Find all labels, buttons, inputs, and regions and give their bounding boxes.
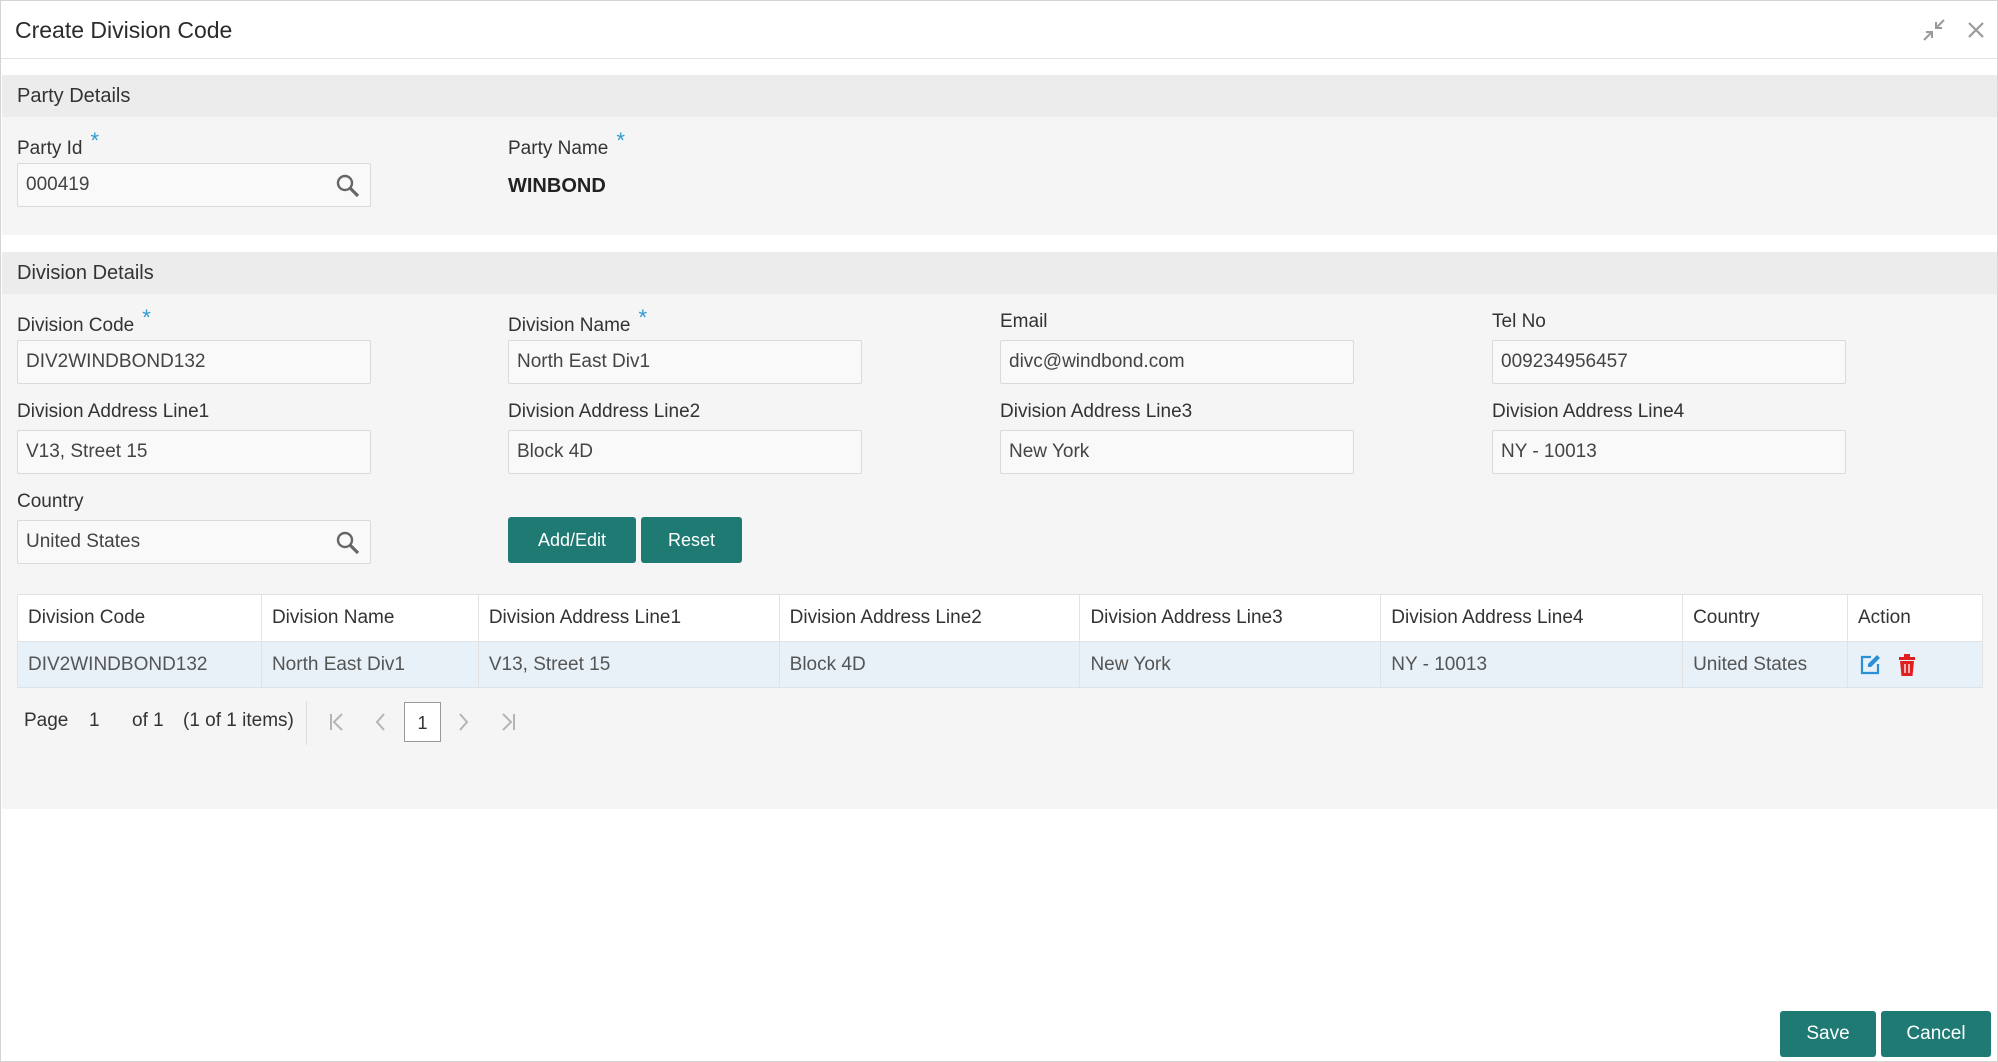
division-code-input[interactable] [18, 341, 370, 383]
add-edit-button[interactable]: Add/Edit [508, 517, 636, 563]
collapse-arrows-icon[interactable] [1921, 17, 1947, 43]
division-name-field[interactable] [508, 340, 862, 384]
next-page-icon[interactable] [453, 711, 473, 733]
pager-page-number[interactable]: 1 [89, 710, 100, 732]
dialog-window: Create Division Code Party Details Party… [0, 0, 1998, 1062]
column-header[interactable]: Division Address Line3 [1079, 594, 1382, 642]
search-icon[interactable] [334, 529, 362, 557]
division-details-title: Division Details [17, 262, 154, 284]
tel-no-input[interactable] [1493, 341, 1845, 383]
party-id-input[interactable] [18, 164, 318, 206]
table-cell: Block 4D [779, 641, 1081, 688]
address-line1-input[interactable] [18, 431, 370, 473]
table-cell: United States [1682, 641, 1848, 688]
column-header[interactable]: Division Address Line1 [477, 594, 780, 642]
table-cell: New York [1079, 641, 1382, 688]
email-field[interactable] [1000, 340, 1354, 384]
country-field[interactable] [17, 520, 371, 564]
email-label: Email [1000, 311, 1048, 332]
division-name-label: Division Name * [508, 305, 648, 336]
division-code-field[interactable] [17, 340, 371, 384]
address-line3-field[interactable] [1000, 430, 1354, 474]
table-row[interactable]: DIV2WINDBOND132 North East Div1 V13, Str… [17, 641, 1983, 688]
table-cell: North East Div1 [261, 641, 479, 688]
save-button[interactable]: Save [1780, 1011, 1876, 1057]
party-name-value: WINBOND [508, 175, 606, 197]
party-id-field[interactable] [17, 163, 371, 207]
table-cell: V13, Street 15 [478, 641, 780, 688]
pager-page-label: Page [24, 710, 69, 731]
last-page-icon[interactable] [498, 711, 518, 733]
column-header[interactable]: Country [1682, 594, 1848, 642]
address-line1-label: Division Address Line1 [17, 401, 210, 422]
party-id-label: Party Id * [17, 128, 100, 159]
previous-page-icon[interactable] [371, 711, 391, 733]
address-line4-label: Division Address Line4 [1492, 401, 1685, 422]
column-header[interactable]: Division Address Line4 [1380, 594, 1684, 642]
tel-no-field[interactable] [1492, 340, 1846, 384]
column-header: Action [1847, 594, 1983, 642]
division-table: Division Code Division Name Division Add… [17, 594, 1983, 688]
first-page-icon[interactable] [327, 711, 347, 733]
table-header-row: Division Code Division Name Division Add… [17, 594, 1983, 642]
address-line2-input[interactable] [509, 431, 861, 473]
party-details-header: Party Details [2, 75, 1997, 117]
country-label: Country [17, 491, 84, 512]
required-mark: * [616, 128, 625, 153]
table-cell: DIV2WINDBOND132 [17, 641, 262, 688]
country-input[interactable] [18, 521, 318, 563]
address-line3-label: Division Address Line3 [1000, 401, 1193, 422]
division-code-label: Division Code * [17, 305, 151, 336]
email-input[interactable] [1001, 341, 1353, 383]
division-name-input[interactable] [509, 341, 861, 383]
address-line4-input[interactable] [1493, 431, 1845, 473]
dialog-title: Create Division Code [15, 17, 233, 43]
reset-button[interactable]: Reset [641, 517, 742, 563]
address-line1-field[interactable] [17, 430, 371, 474]
title-bar: Create Division Code [1, 1, 1997, 59]
party-name-label: Party Name * [508, 128, 625, 159]
required-mark: * [142, 305, 151, 330]
party-details-title: Party Details [17, 85, 131, 107]
required-mark: * [90, 128, 100, 153]
edit-icon[interactable] [1858, 653, 1882, 677]
division-details-header: Division Details [2, 252, 1997, 294]
address-line3-input[interactable] [1001, 431, 1353, 473]
action-cell [1847, 641, 1983, 688]
pager-items-label: (1 of 1 items) [183, 710, 294, 731]
pager-divider [306, 701, 307, 745]
cancel-button[interactable]: Cancel [1881, 1011, 1991, 1057]
close-icon[interactable] [1963, 17, 1989, 43]
column-header[interactable]: Division Name [260, 594, 479, 642]
current-page-button[interactable]: 1 [404, 702, 441, 742]
address-line2-field[interactable] [508, 430, 862, 474]
tel-no-label: Tel No [1492, 311, 1546, 332]
search-icon[interactable] [334, 172, 362, 200]
column-header[interactable]: Division Code [17, 594, 262, 642]
required-mark: * [638, 305, 648, 330]
address-line2-label: Division Address Line2 [508, 401, 701, 422]
pager-of-label: of 1 [132, 710, 164, 731]
address-line4-field[interactable] [1492, 430, 1846, 474]
table-cell: NY - 10013 [1380, 641, 1684, 688]
delete-icon[interactable] [1895, 653, 1919, 677]
column-header[interactable]: Division Address Line2 [778, 594, 1081, 642]
